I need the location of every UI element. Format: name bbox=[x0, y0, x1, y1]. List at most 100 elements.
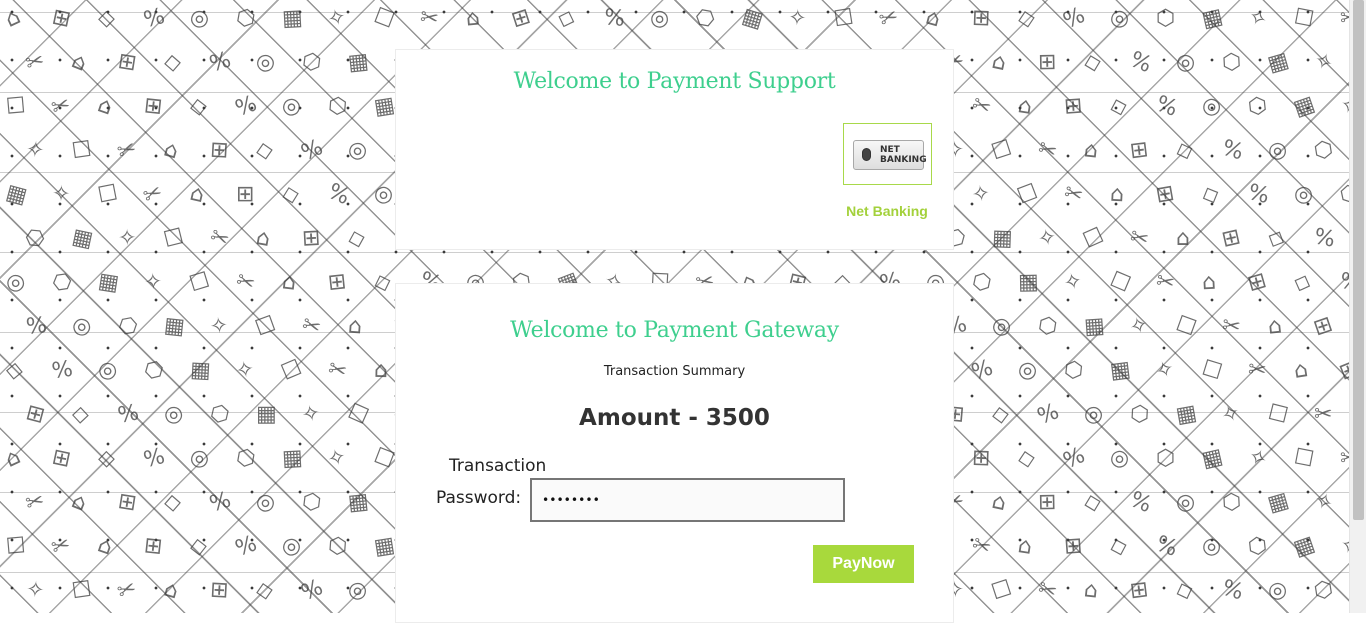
transaction-summary-label: Transaction Summary bbox=[603, 364, 746, 379]
scissors-icon: ◇ bbox=[163, 489, 182, 516]
shopping-bag-icon: ☐ bbox=[370, 3, 398, 34]
cart-icon: ⌂ bbox=[1292, 357, 1310, 384]
barcode-icon: ⊞ bbox=[116, 488, 139, 517]
cart-icon: ⌂ bbox=[280, 269, 298, 296]
shopping-bag-icon: ☐ bbox=[1198, 355, 1226, 386]
piggy-bank-icon: ◎ bbox=[1014, 355, 1041, 386]
bread-icon: ✧ bbox=[1126, 311, 1152, 342]
shopping-basket-icon: ⬡ bbox=[48, 267, 76, 298]
scissors-icon: ◇ bbox=[1106, 532, 1131, 561]
percent-badge-icon: ▦ bbox=[1199, 3, 1226, 34]
gift-icon: % bbox=[1218, 575, 1247, 606]
piggy-bank-icon: ◎ bbox=[278, 531, 305, 562]
net-banking-icon: NET BANKING bbox=[853, 140, 927, 170]
percent-badge-icon: ▦ bbox=[1199, 443, 1226, 474]
shopping-bag-icon: ☐ bbox=[988, 135, 1015, 166]
percent-badge-icon: ▦ bbox=[1290, 531, 1319, 562]
pay-now-button[interactable]: PayNow bbox=[813, 545, 914, 583]
net-banking-icon-text-2: BANKING bbox=[880, 155, 927, 165]
price-tag-icon: ✂ bbox=[1220, 312, 1242, 341]
cart-icon: ⌂ bbox=[254, 224, 273, 253]
payment-support-card: Welcome to Payment Support NET BANKING N… bbox=[395, 49, 954, 250]
shopping-basket-icon: ⬡ bbox=[300, 488, 323, 517]
gift-icon: % bbox=[206, 487, 234, 518]
bread-icon: ✧ bbox=[208, 312, 230, 341]
bread-icon: ✧ bbox=[117, 225, 137, 252]
page-scrollbar[interactable] bbox=[1349, 0, 1366, 613]
gift-icon: % bbox=[141, 3, 168, 34]
barcode-icon: ⊞ bbox=[142, 533, 164, 560]
gift-icon: % bbox=[1311, 224, 1338, 253]
bread-icon: ✧ bbox=[1310, 47, 1337, 78]
price-tag-icon: ✂ bbox=[1034, 575, 1061, 606]
shopping-basket-icon: ⬡ bbox=[1062, 357, 1085, 384]
cart-icon: ⌂ bbox=[68, 488, 91, 517]
barcode-icon: ⊞ bbox=[1037, 489, 1057, 516]
price-tag-icon: ✂ bbox=[48, 91, 74, 122]
bread-icon: ✧ bbox=[324, 443, 350, 474]
piggy-bank-icon: ◎ bbox=[1267, 577, 1289, 604]
scissors-icon: ◇ bbox=[1290, 267, 1316, 298]
barcode-icon: ⊞ bbox=[508, 3, 534, 34]
bread-icon: ✧ bbox=[299, 400, 323, 429]
bread-icon: ✧ bbox=[970, 180, 993, 209]
piggy-bank-icon: ◎ bbox=[68, 311, 95, 342]
scissors-icon: ◇ bbox=[97, 445, 116, 472]
scissors-icon: ◇ bbox=[188, 93, 209, 120]
scissors-icon: ◇ bbox=[990, 400, 1011, 429]
transaction-password-input[interactable] bbox=[530, 478, 845, 522]
bread-icon: ✧ bbox=[1152, 355, 1178, 386]
price-tag-icon: ✂ bbox=[22, 48, 48, 77]
percent-badge-icon: ▦ bbox=[738, 3, 767, 34]
gift-icon: % bbox=[24, 313, 48, 340]
shopping-basket-icon: ⬡ bbox=[1156, 6, 1176, 31]
shopping-bag-icon: ☐ bbox=[1291, 444, 1317, 473]
shopping-bag-icon: ☐ bbox=[161, 223, 187, 254]
shopping-basket-icon: ⬡ bbox=[1246, 93, 1269, 120]
barcode-icon: ⊞ bbox=[209, 137, 230, 164]
percent-badge-icon: ▦ bbox=[1290, 91, 1319, 122]
shopping-bag-icon: ☐ bbox=[1106, 267, 1135, 298]
cart-icon: ⌂ bbox=[1, 4, 25, 33]
bread-icon: ✧ bbox=[1035, 224, 1059, 253]
scissors-icon: ◇ bbox=[1015, 444, 1038, 473]
piggy-bank-icon: ◎ bbox=[278, 91, 305, 122]
gift-icon: % bbox=[50, 356, 75, 385]
cart-icon: ⌂ bbox=[187, 180, 207, 209]
price-tag-icon: ✂ bbox=[48, 531, 74, 562]
scissors-icon: ◇ bbox=[188, 533, 209, 560]
gift-icon: % bbox=[1245, 179, 1272, 210]
percent-badge-icon: ▦ bbox=[3, 179, 30, 210]
net-banking-option[interactable]: NET BANKING bbox=[843, 123, 932, 185]
cart-icon: ⌂ bbox=[1016, 93, 1034, 120]
net-banking-label[interactable]: Net Banking bbox=[832, 203, 942, 219]
scissors-icon: ◇ bbox=[4, 357, 25, 384]
percent-badge-icon: ▦ bbox=[1083, 313, 1106, 340]
barcode-icon: ⊞ bbox=[1128, 136, 1150, 165]
shopping-basket-icon: ⬡ bbox=[327, 533, 349, 560]
shopping-basket-icon: ⬡ bbox=[234, 4, 258, 33]
barcode-icon: ⊞ bbox=[1037, 49, 1057, 76]
piggy-bank-icon: ◎ bbox=[1174, 488, 1198, 517]
piggy-bank-icon: ◎ bbox=[1293, 181, 1314, 208]
cart-icon: ⌂ bbox=[160, 136, 182, 165]
gift-icon: % bbox=[206, 47, 234, 78]
gift-icon: % bbox=[141, 443, 168, 474]
gift-icon: % bbox=[1338, 268, 1349, 297]
shopping-basket-icon: ⬡ bbox=[1156, 446, 1176, 471]
bread-icon: ✧ bbox=[1243, 3, 1271, 34]
gift-icon: % bbox=[1152, 531, 1181, 562]
shopping-bag-icon: ☐ bbox=[1291, 4, 1317, 33]
shopping-basket-icon: ⬡ bbox=[207, 400, 232, 429]
scissors-icon: ◇ bbox=[554, 3, 579, 34]
barcode-icon: ⊞ bbox=[1335, 355, 1349, 386]
cart-icon: ⌂ bbox=[1, 444, 25, 473]
gateway-title: Welcome to Payment Gateway bbox=[510, 318, 839, 343]
piggy-bank-icon: ◎ bbox=[1200, 92, 1223, 121]
mouse-icon bbox=[862, 148, 871, 161]
percent-badge-icon: ▦ bbox=[96, 268, 121, 297]
scrollbar-thumb[interactable] bbox=[1353, 0, 1364, 520]
cart-icon: ⌂ bbox=[989, 488, 1009, 517]
shopping-bag-icon: ☐ bbox=[186, 267, 213, 298]
piggy-bank-icon: ◎ bbox=[345, 136, 371, 165]
